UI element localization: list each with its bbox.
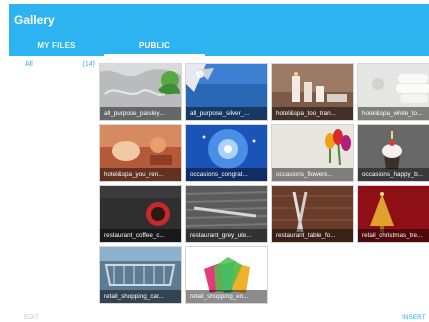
tile-caption: occasions_happy_b... <box>358 168 429 181</box>
tile-caption: retail_shopping_en... <box>186 290 267 303</box>
tab-my-files[interactable]: MY FILES <box>9 35 104 56</box>
gallery-tile[interactable]: hotel&spa_you_ren... <box>99 124 182 182</box>
gallery-tile[interactable]: all_purpose_paisley... <box>99 63 182 121</box>
tile-caption: restaurant_grey_ute... <box>186 229 267 242</box>
gallery-tile[interactable]: restaurant_grey_ute... <box>185 185 268 243</box>
tile-caption: hotel&spa_too_tran... <box>272 107 353 120</box>
tile-caption: occasions_flowers... <box>272 168 353 181</box>
tile-caption: occasions_congrat... <box>186 168 267 181</box>
tile-caption: all_purpose_paisley... <box>100 107 181 120</box>
tile-caption: hotel&spa_you_ren... <box>100 168 181 181</box>
tab-public[interactable]: PUBLIC <box>104 35 205 56</box>
edit-button[interactable]: EDIT <box>24 314 39 321</box>
tile-caption: retail_christmas_tre... <box>358 229 429 242</box>
gallery-tile[interactable]: occasions_congrat... <box>185 124 268 182</box>
gallery-tile[interactable]: hotel&spa_white_to... <box>357 63 429 121</box>
tile-caption: retail_shopping_car... <box>100 290 181 303</box>
active-tab-indicator <box>104 54 205 56</box>
gallery-tile[interactable]: occasions_flowers... <box>271 124 354 182</box>
tile-caption: all_purpose_silver_... <box>186 107 267 120</box>
sidebar-item-count: (14) <box>82 61 95 68</box>
tile-caption: hotel&spa_white_to... <box>358 107 429 120</box>
gallery-tile[interactable]: hotel&spa_too_tran... <box>271 63 354 121</box>
gallery-tile[interactable]: all_purpose_silver_... <box>185 63 268 121</box>
page-title: Gallery <box>14 13 55 27</box>
app-header: Gallery MY FILES PUBLIC <box>9 4 429 56</box>
gallery-tile[interactable]: restaurant_table_fo... <box>271 185 354 243</box>
gallery-tile[interactable]: restaurant_coffee_c... <box>99 185 182 243</box>
gallery-tile[interactable]: retail_shopping_car... <box>99 246 182 304</box>
tile-caption: restaurant_coffee_c... <box>100 229 181 242</box>
gallery-tile[interactable]: retail_shopping_en... <box>185 246 268 304</box>
gallery-tile[interactable]: occasions_happy_b... <box>357 124 429 182</box>
tile-caption: restaurant_table_fo... <box>272 229 353 242</box>
sidebar-item-label: All <box>25 61 33 68</box>
sidebar-item-all[interactable]: All (14) <box>21 58 95 72</box>
gallery-tile[interactable]: retail_christmas_tre... <box>357 185 429 243</box>
insert-button[interactable]: INSERT <box>402 314 426 321</box>
